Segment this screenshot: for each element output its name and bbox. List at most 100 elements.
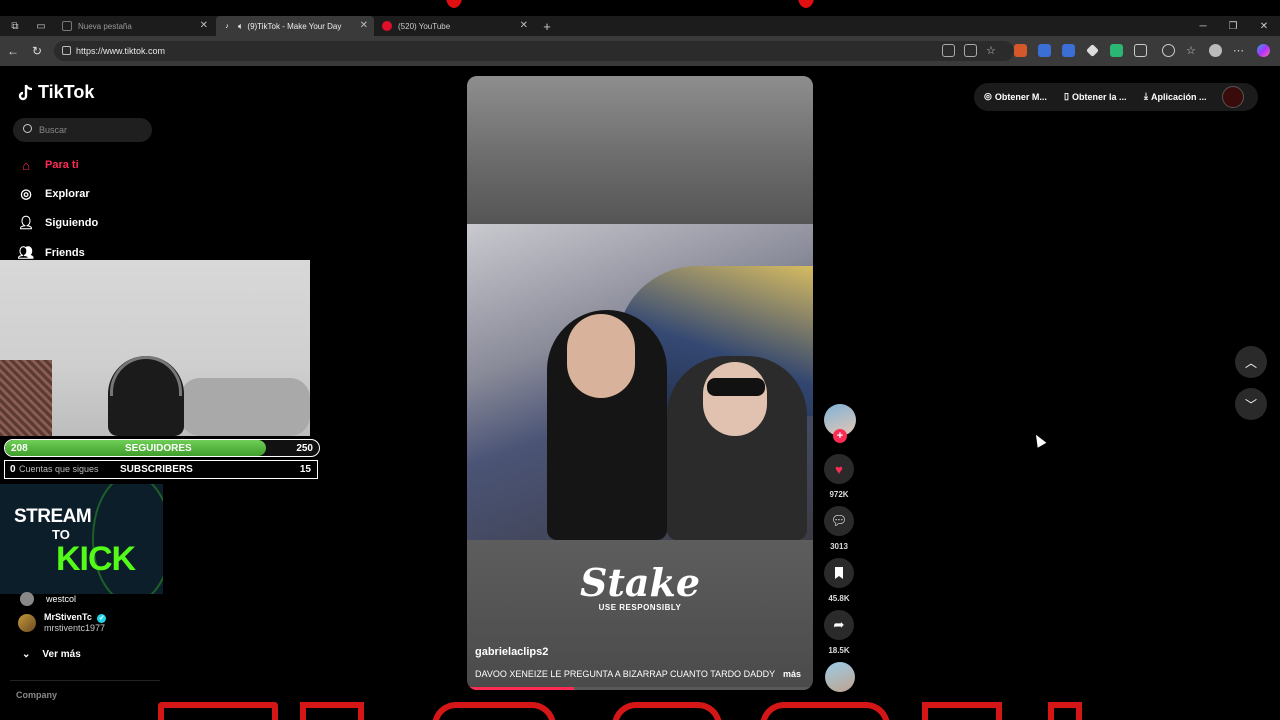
comment-action[interactable]: 💬︎ 3013 — [822, 506, 856, 551]
video-author[interactable]: gabrielaclips2 — [475, 646, 548, 658]
download-app-button[interactable]: ⤓ Aplicación ... — [1144, 91, 1207, 102]
follow-plus-icon[interactable]: + — [833, 429, 847, 443]
tiktok-icon: ♪ — [225, 22, 229, 30]
close-window-button[interactable]: ✕ — [1249, 16, 1279, 36]
reader-mode-icon[interactable] — [942, 44, 955, 57]
video-caption: DAVOO XENEIZE LE PREGUNTA A BIZARRAP CUA… — [475, 669, 776, 679]
copilot-icon[interactable] — [1257, 44, 1270, 57]
decorative-shape — [760, 702, 890, 720]
see-more-button[interactable]: ⌄ Ver más — [22, 649, 81, 660]
extension-icon[interactable] — [1014, 44, 1027, 57]
shelf — [0, 360, 52, 436]
account-name: MrStivenTc — [44, 612, 92, 622]
follower-goal: 250 — [296, 443, 313, 454]
divider — [10, 680, 160, 681]
bookmark-icon[interactable] — [824, 558, 854, 588]
like-action[interactable]: ♥ 972K — [822, 454, 856, 499]
new-tab-button[interactable]: + — [532, 16, 562, 36]
tiktok-note-icon — [18, 84, 34, 102]
search-input[interactable]: Buscar — [13, 118, 152, 142]
browser-tab-bar: ⧉ ▭ Nueva pestaña ✕ ♪ 🔈︎ (9)TikTok - Mak… — [0, 16, 1280, 36]
verified-icon: ✓ — [97, 614, 107, 623]
page-icon — [62, 21, 72, 31]
follower-label: SEGUIDORES — [125, 443, 192, 454]
decorative-shape — [1048, 702, 1082, 720]
webcam-overlay — [0, 260, 310, 436]
close-tab-icon[interactable]: ✕ — [200, 20, 208, 31]
sponsor-name: Stake — [579, 560, 701, 605]
extension-icon[interactable] — [1086, 44, 1099, 57]
save-action[interactable]: 45.8K — [822, 558, 856, 603]
kick-line3: KICK — [56, 540, 136, 578]
save-count: 45.8K — [828, 594, 850, 603]
speaker-icon[interactable]: 🔈︎ — [238, 21, 243, 32]
sound-disc-avatar[interactable] — [825, 662, 855, 692]
video-progress-fill — [467, 687, 575, 690]
get-app-button[interactable]: ▯ Obtener la ... — [1064, 91, 1126, 102]
footer-company-heading[interactable]: Company — [16, 690, 57, 700]
extensions-puzzle-icon[interactable] — [1134, 44, 1147, 57]
tab-title: Nueva pestaña — [78, 21, 132, 31]
close-tab-icon[interactable]: ✕ — [360, 20, 368, 31]
collections-icon[interactable]: ☆ — [1186, 44, 1199, 57]
decorative-shape — [922, 702, 1002, 720]
minimize-button[interactable]: ─ — [1188, 16, 1218, 36]
video-player[interactable]: Stake USE RESPONSIBLY gabrielaclips2 DAV… — [467, 76, 813, 690]
nav-item-for-you[interactable]: ⌂ Para ti — [18, 155, 79, 175]
translate-icon[interactable] — [964, 44, 977, 57]
profile-avatar[interactable] — [1222, 86, 1244, 108]
decorative-shape — [300, 702, 364, 720]
decorative-glow — [446, 0, 462, 8]
decorative-banner-strip — [0, 702, 1280, 720]
heart-icon[interactable]: ♥ — [824, 454, 854, 484]
compass-icon: ◎ — [20, 186, 32, 201]
sponsor-tagline: USE RESPONSIBLY — [598, 603, 682, 612]
share-action[interactable]: ➦ 18.5K — [822, 610, 856, 655]
tab-tiktok[interactable]: ♪ 🔈︎ (9)TikTok - Make Your Day ✕ — [216, 16, 374, 36]
more-menu-icon[interactable]: ⋯ — [1233, 44, 1246, 57]
chevron-down-icon: ⌄ — [22, 649, 31, 660]
video-progress-bar[interactable] — [467, 687, 813, 690]
followed-account[interactable]: westcol — [18, 592, 76, 606]
logo-text: TikTok — [38, 82, 95, 102]
followed-account[interactable]: MrStivenTc ✓ mrstiventc1977 — [18, 612, 107, 633]
extension-icon[interactable] — [1038, 44, 1051, 57]
download-icon: ⤓ — [1144, 91, 1148, 101]
tab-new-tab[interactable]: Nueva pestaña ✕ — [56, 16, 214, 36]
account-name: westcol — [46, 594, 77, 604]
share-icon[interactable]: ➦ — [824, 610, 854, 640]
headset — [110, 356, 182, 396]
profile-avatar[interactable] — [1209, 44, 1222, 57]
favorite-star-icon[interactable]: ☆ — [986, 44, 999, 57]
tab-title: (520) YouTube — [398, 21, 451, 31]
next-video-button[interactable]: ﹀ — [1235, 388, 1267, 420]
tab-actions-icon[interactable]: ▭ — [26, 16, 56, 36]
comment-icon[interactable]: 💬︎ — [824, 506, 854, 536]
decorative-shape — [432, 702, 556, 720]
performance-icon[interactable] — [1162, 44, 1175, 57]
chevron-down-icon: ﹀ — [1244, 397, 1257, 412]
close-tab-icon[interactable]: ✕ — [520, 20, 528, 31]
avatar — [20, 592, 34, 606]
nav-item-explore[interactable]: ◎ Explorar — [18, 184, 89, 204]
lock-icon — [62, 46, 71, 55]
get-app-label: Obtener la ... — [1071, 91, 1127, 102]
nav-item-following[interactable]: 👤︎ Siguiendo — [18, 213, 98, 233]
tab-youtube[interactable]: (520) YouTube ✕ — [376, 16, 534, 36]
address-bar[interactable]: https://www.tiktok.com — [54, 41, 1014, 61]
stream-to-kick-banner: STREAM TO KICK — [0, 484, 163, 594]
back-arrow-icon[interactable]: ← — [5, 43, 21, 59]
caption-more-button[interactable]: más — [783, 669, 801, 679]
extension-icon[interactable] — [1062, 44, 1075, 57]
tab-title: (9)TikTok - Make Your Day — [247, 21, 342, 31]
coin-icon: ◎ — [984, 91, 992, 101]
kick-line1: STREAM — [14, 506, 92, 527]
decorative-shape — [612, 702, 722, 720]
extension-icon[interactable] — [1110, 44, 1123, 57]
previous-video-button[interactable]: ︿ — [1235, 346, 1267, 378]
tiktok-logo[interactable]: TikTok — [18, 82, 94, 103]
get-coins-label: Obtener M... — [994, 91, 1047, 102]
maximize-button[interactable]: ❐ — [1218, 16, 1248, 36]
get-coins-button[interactable]: ◎ Obtener M... — [984, 91, 1047, 102]
reload-icon[interactable]: ↻ — [29, 43, 45, 59]
